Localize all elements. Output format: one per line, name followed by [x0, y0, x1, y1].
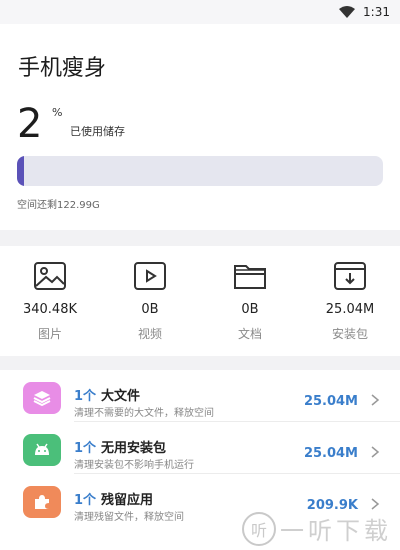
video-icon	[134, 262, 166, 290]
category-documents[interactable]: 0B 文档	[200, 246, 300, 356]
item-title: 无用安装包	[101, 441, 167, 456]
watermark: 听 一听下载	[242, 511, 392, 546]
item-description: 清理不需要的大文件，释放空间	[74, 408, 214, 419]
used-storage-label: 已使用储存	[70, 125, 125, 138]
category-label: 视频	[137, 327, 162, 341]
item-count: 1个	[74, 493, 97, 508]
package-icon	[334, 262, 366, 290]
category-packages[interactable]: 25.04M 安装包	[300, 246, 400, 356]
watermark-logo: 听	[242, 511, 276, 546]
category-label: 图片	[37, 327, 62, 341]
clean-item-unused-packages[interactable]: 1个 无用安装包 清理安装包不影响手机运行 25.04M	[0, 422, 400, 474]
item-count: 1个	[74, 441, 97, 456]
storage-progress-fill	[17, 156, 25, 186]
chevron-right-icon	[371, 498, 380, 510]
item-count: 1个	[74, 389, 97, 404]
category-label: 文档	[237, 327, 262, 341]
item-title: 残留应用	[101, 493, 154, 508]
item-title: 大文件	[101, 389, 141, 404]
category-videos[interactable]: 0B 视频	[100, 246, 200, 356]
chevron-right-icon	[371, 446, 380, 458]
remaining-space-text: 空间还剩122.99G	[17, 200, 100, 211]
category-size: 0B	[241, 302, 259, 317]
layers-icon	[23, 382, 61, 414]
category-label: 安装包	[331, 327, 368, 341]
status-bar: 1:31	[0, 0, 400, 24]
wifi-icon	[339, 6, 356, 18]
storage-card: 手机瘦身 2 % 已使用储存 空间还剩122.99G	[0, 24, 400, 230]
clean-item-large-files[interactable]: 1个 大文件 清理不需要的大文件，释放空间 25.04M	[0, 370, 400, 422]
status-time: 1:31	[363, 5, 390, 19]
category-size: 25.04M	[325, 302, 375, 317]
page-title: 手机瘦身	[18, 56, 107, 81]
puzzle-icon	[23, 486, 61, 518]
used-percent: 2	[17, 101, 43, 147]
chevron-right-icon	[371, 394, 380, 406]
percent-sign: %	[52, 106, 63, 119]
category-grid: 340.48K 图片 0B 视频 0B 文档 25.04M 安装包	[0, 246, 400, 356]
item-description: 清理残留文件，释放空间	[74, 512, 184, 523]
watermark-text: 一听下载	[280, 517, 392, 545]
category-images[interactable]: 340.48K 图片	[0, 246, 100, 356]
category-size: 340.48K	[22, 302, 77, 317]
item-size: 25.04M	[303, 446, 358, 461]
android-icon	[23, 434, 61, 466]
category-size: 0B	[141, 302, 159, 317]
item-size: 25.04M	[303, 394, 358, 409]
image-icon	[34, 262, 66, 290]
storage-progress-bar	[17, 156, 383, 186]
folder-icon	[234, 265, 266, 289]
item-description: 清理安装包不影响手机运行	[74, 460, 194, 471]
